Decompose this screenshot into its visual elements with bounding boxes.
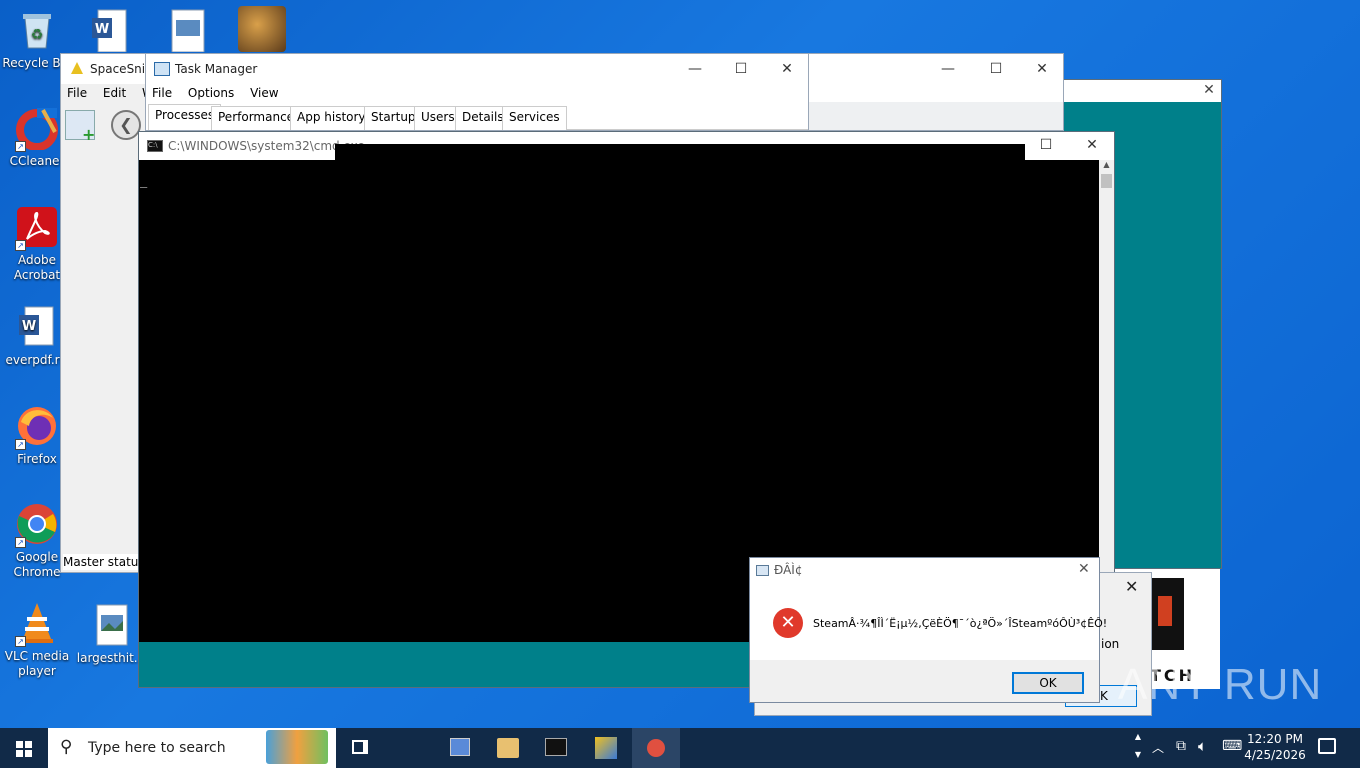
- volume-icon[interactable]: 🔈︎: [1198, 737, 1207, 755]
- red-app-icon: [647, 739, 665, 757]
- close-icon[interactable]: ✕: [1199, 82, 1219, 100]
- menu-bar: File Options View: [152, 86, 291, 100]
- network-app-icon: [450, 738, 470, 756]
- menu-file[interactable]: File: [152, 86, 172, 100]
- notification-icon[interactable]: [1318, 738, 1336, 754]
- close-icon[interactable]: ✕: [1125, 577, 1138, 596]
- tab-strip: Processes Performance App history Startu…: [148, 104, 808, 130]
- svg-text:W: W: [95, 22, 109, 37]
- word-document-icon: W: [15, 305, 59, 349]
- error-message: SteamÂ·¾¶ÎÌ´Ë¡µ½,ÇëÈÖ¶¯´ò¿ªÖ»´ÎSteamºóÔÙ…: [813, 617, 1108, 630]
- clock[interactable]: 12:20 PM 4/25/2026: [1244, 731, 1306, 763]
- taskbar-app-2[interactable]: [484, 728, 532, 768]
- recycle-bin-icon: ♻: [15, 8, 59, 52]
- desktop-icon-label: VLC media player: [4, 649, 70, 678]
- task-manager-app-icon: [154, 62, 170, 76]
- tab-services[interactable]: Services: [502, 106, 567, 130]
- background-window-2: — ☐ ✕: [800, 53, 1064, 131]
- tab-app-history[interactable]: App history: [290, 106, 373, 130]
- word-shortcut-icon[interactable]: W: [88, 8, 132, 53]
- scroll-thumb[interactable]: [1101, 174, 1112, 188]
- desktop-icon-label: largesthit...: [76, 651, 146, 665]
- adobe-acrobat-icon: ↗: [15, 205, 59, 251]
- ok-button-label: OK: [1039, 676, 1057, 690]
- error-icon: ✕: [773, 608, 803, 638]
- ok-button[interactable]: OK: [1012, 672, 1084, 694]
- spacesniffer-window: SpaceSniffer File Edit W + ❮ Master stat…: [60, 53, 166, 573]
- house-app-icon: [497, 738, 519, 758]
- back-arrow-icon[interactable]: ❮: [111, 110, 141, 140]
- partial-ok-label: K: [1100, 689, 1108, 703]
- spacesniffer-app-icon: [69, 60, 85, 76]
- input-indicator-icon[interactable]: ⌨︎: [1222, 738, 1242, 754]
- taskbar-scroll[interactable]: ▲ ▼: [1130, 728, 1146, 768]
- taskbar-cmd[interactable]: [532, 728, 580, 768]
- minimize-button[interactable]: —: [925, 54, 971, 84]
- show-hidden-icons-chevron-icon[interactable]: ︿: [1152, 739, 1164, 756]
- close-button[interactable]: ✕: [1019, 54, 1065, 84]
- clock-date: 4/25/2026: [1244, 748, 1306, 762]
- vlc-icon: ↗: [15, 601, 59, 647]
- menu-view[interactable]: View: [250, 86, 278, 100]
- scrollbar[interactable]: ▲: [1099, 160, 1114, 642]
- chrome-icon: ↗: [15, 502, 59, 548]
- partial-logo: [1150, 578, 1184, 650]
- tab-performance[interactable]: Performance: [211, 106, 302, 130]
- error-dialog: ÐÂÌ¢ ✕ ✕ SteamÂ·¾¶ÎÌ´Ë¡µ½,ÇëÈÖ¶¯´ò¿ªÖ»´Î…: [749, 557, 1107, 703]
- taskbar-app-1[interactable]: [436, 728, 484, 768]
- maximize-button[interactable]: ☐: [973, 54, 1019, 84]
- maximize-button[interactable]: ☐: [718, 54, 764, 84]
- task-view-icon: [352, 740, 368, 754]
- search-box[interactable]: ⚲ Type here to search: [48, 728, 336, 768]
- search-placeholder: Type here to search: [88, 740, 226, 756]
- cmd-taskbar-icon: [545, 738, 567, 756]
- tools-app-icon: [595, 737, 617, 759]
- close-button[interactable]: ✕: [1069, 130, 1115, 160]
- scroll-up-arrow-icon[interactable]: ▲: [1099, 160, 1114, 174]
- taskbar-app-5-active[interactable]: [632, 728, 680, 768]
- menu-options[interactable]: Options: [188, 86, 234, 100]
- svg-text:♻: ♻: [31, 27, 44, 43]
- partial-text: ion: [1101, 637, 1120, 651]
- console-cursor: _: [140, 174, 148, 188]
- taskbar-app-4[interactable]: [582, 728, 630, 768]
- new-view-icon[interactable]: +: [65, 110, 95, 144]
- image-file-icon: [89, 603, 133, 647]
- anyrun-watermark: ANY RUN: [1118, 660, 1323, 709]
- start-button[interactable]: [0, 728, 48, 768]
- window-title: Task Manager: [175, 62, 258, 76]
- desktop-icon-vlc[interactable]: ↗ VLC media player: [0, 601, 74, 679]
- close-icon[interactable]: ✕: [1078, 561, 1090, 577]
- windows-logo-icon: [16, 741, 32, 757]
- taskbar: ⚲ Type here to search ▲ ▼ ︿ ⧉ 🔈︎ ⌨︎ 12:20…: [0, 728, 1360, 768]
- cmd-app-icon: C:\: [147, 140, 163, 152]
- close-button[interactable]: ✕: [764, 54, 810, 84]
- network-icon[interactable]: ⧉: [1176, 738, 1186, 754]
- search-icon: ⚲: [60, 737, 73, 757]
- master-status-label: Master status:: [63, 554, 149, 570]
- dialog-app-icon: [756, 565, 769, 576]
- ccleaner-icon: ↗: [15, 106, 59, 152]
- search-highlight-icon: [266, 730, 328, 764]
- menu-edit[interactable]: Edit: [103, 86, 126, 100]
- maximize-button[interactable]: ☐: [1023, 130, 1069, 160]
- svg-text:W: W: [22, 319, 36, 334]
- game-shortcut-icon[interactable]: [238, 6, 286, 52]
- clock-time: 12:20 PM: [1247, 732, 1303, 746]
- console-overlay: [335, 144, 1025, 584]
- minimize-button[interactable]: —: [672, 54, 718, 84]
- firefox-icon: ↗: [15, 404, 59, 450]
- image-shortcut-icon[interactable]: [166, 8, 210, 53]
- task-manager-window: Task Manager — ☐ ✕ File Options View Pro…: [145, 53, 809, 131]
- menu-file[interactable]: File: [67, 86, 87, 100]
- task-view-button[interactable]: [336, 728, 384, 768]
- dialog-title: ÐÂÌ¢: [774, 563, 803, 577]
- desktop-icon-largesthit[interactable]: largesthit...: [74, 603, 148, 666]
